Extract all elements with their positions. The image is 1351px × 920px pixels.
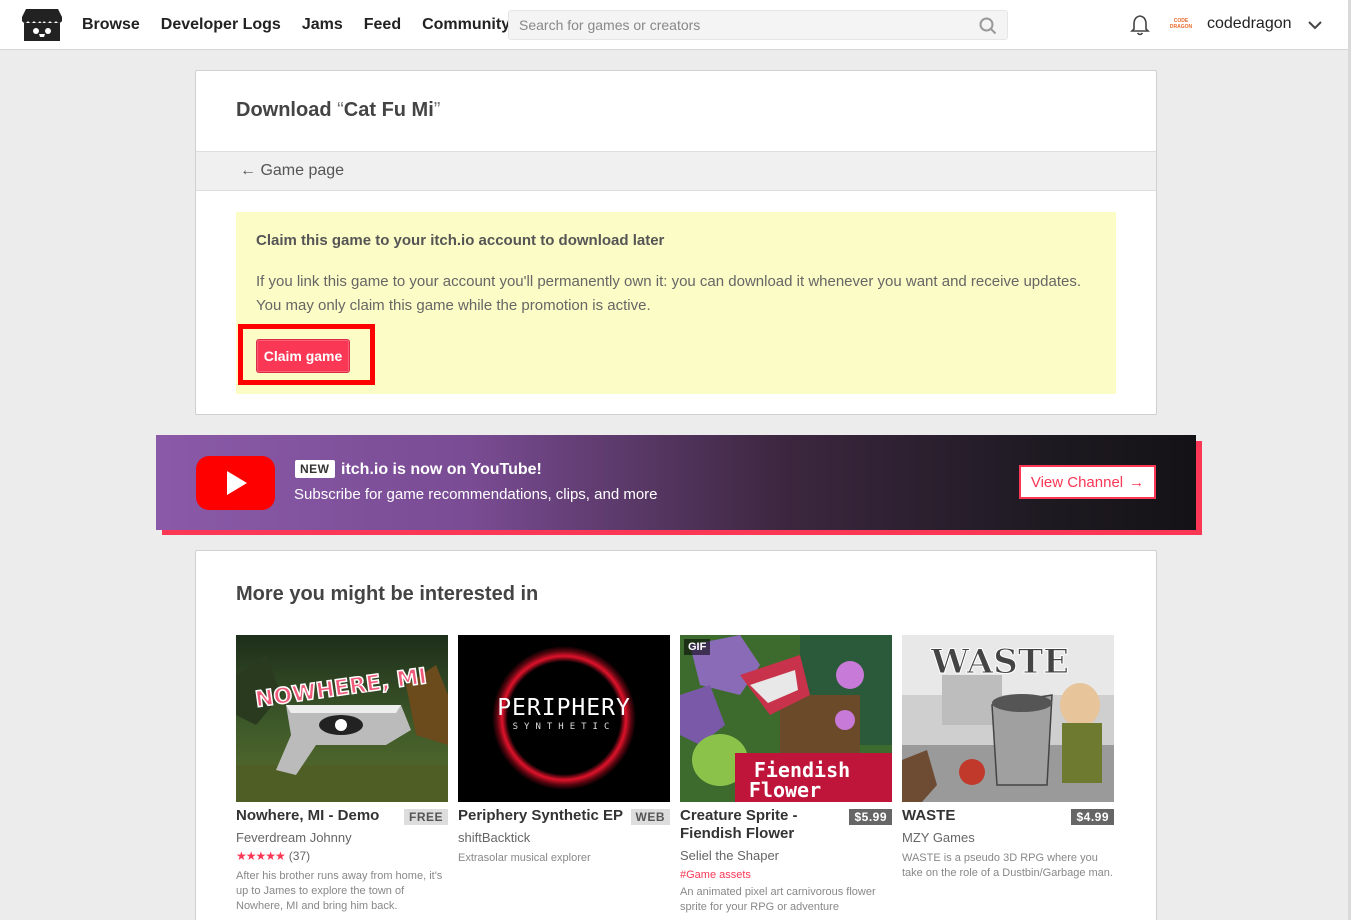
main-nav: Browse Developer Logs Jams Feed Communit… [82,0,510,50]
recommendations-heading: More you might be interested in [236,583,539,605]
gif-badge: GIF [684,639,711,655]
download-panel: Download “Cat Fu Mi” ← Game page Claim t… [195,70,1157,415]
game-description: WASTE is a pseudo 3D RPG where you take … [902,852,1113,879]
game-description: An animated pixel art carnivorous flower… [680,886,876,913]
view-channel-button[interactable]: View Channel → [1019,465,1156,499]
rating-stars: ★★★★★ (37) [236,849,448,863]
new-badge: NEW [295,460,335,478]
nav-jams[interactable]: Jams [302,16,343,34]
quote-open: “ [337,99,344,121]
search-icon[interactable] [979,17,997,35]
game-name: Cat Fu Mi [343,99,434,121]
game-title[interactable]: Creature Sprite - Fiendish Flower [680,807,840,843]
thumb-text-periphery: PERIPHERY [497,695,631,721]
quote-close: ” [433,99,441,121]
thumb-sub-periphery: SYNTHETIC [513,722,616,732]
claim-notice: Claim this game to your itch.io account … [236,212,1116,394]
card-title-row: WASTE $4.99 [902,807,1114,827]
game-card: WASTE WASTE $4.99 MZY Games WASTE is a p… [902,635,1114,881]
game-title[interactable]: Periphery Synthetic EP [458,807,623,824]
banner-title: itch.io is now on YouTube! [341,461,542,478]
game-card: Fiendish Flower GIF Creature Sprite - Fi… [680,635,892,915]
page-title: Download “Cat Fu Mi” [236,99,440,122]
price-badge: FREE [403,809,448,825]
avatar[interactable]: CODE DRAGON [1168,13,1194,35]
search-input[interactable] [509,11,969,39]
game-description: After his brother runs away from home, i… [236,870,443,912]
star-icons: ★★★★★ [236,849,286,863]
back-bar: ← Game page [196,151,1156,191]
nav-feed[interactable]: Feed [364,16,401,34]
chevron-down-icon[interactable] [1307,17,1323,33]
game-page-link[interactable]: ← Game page [240,162,344,180]
price-badge: $4.99 [1071,809,1114,825]
game-thumbnail-waste[interactable]: WASTE [902,635,1114,802]
banner-subtitle: Subscribe for game recommendations, clip… [294,486,658,503]
thumb-text-waste: WASTE [930,642,1069,682]
youtube-logo [196,456,275,510]
game-card: PERIPHERY SYNTHETIC Periphery Synthetic … [458,635,670,866]
rating-count: (37) [288,849,311,863]
notice-text: If you link this game to your account yo… [256,273,1081,314]
card-title-row: Nowhere, MI - Demo FREE [236,807,448,827]
nav-community[interactable]: Community [422,16,510,34]
game-author[interactable]: Feverdream Johnny [236,830,448,845]
game-title[interactable]: Nowhere, MI - Demo [236,807,379,824]
game-author[interactable]: MZY Games [902,830,1114,845]
recommendations-panel: More you might be interested in NOWHERE,… [195,550,1157,920]
youtube-banner[interactable]: NEW itch.io is now on YouTube! Subscribe… [156,435,1196,530]
card-title-row: Creature Sprite - Fiendish Flower $5.99 [680,807,892,845]
bell-icon[interactable] [1130,14,1150,36]
game-thumbnail-nowhere[interactable]: NOWHERE, MI [236,635,448,802]
claim-game-button[interactable]: Claim game [256,339,350,373]
view-channel-label: View Channel [1030,473,1124,491]
price-badge: $5.99 [849,809,892,825]
price-badge: WEB [630,809,670,825]
thumb-text-flower: Flower [749,778,821,802]
game-author[interactable]: shiftBacktick [458,830,670,845]
search-box [508,10,1008,40]
top-header: Browse Developer Logs Jams Feed Communit… [0,0,1351,50]
game-thumbnail-periphery[interactable]: PERIPHERY SYNTHETIC [458,635,670,802]
game-description: Extrasolar musical explorer [458,852,591,864]
arrow-right-icon: → [1129,473,1145,491]
nav-browse[interactable]: Browse [82,16,140,34]
youtube-play-icon [227,471,247,495]
title-prefix: Download [236,99,338,121]
game-title[interactable]: WASTE [902,807,955,824]
notice-title: Claim this game to your itch.io account … [256,232,665,249]
game-thumbnail-fiendish-flower[interactable]: Fiendish Flower GIF [680,635,892,802]
itchio-logo-icon[interactable] [22,7,62,43]
game-card: NOWHERE, MI Nowhere, MI - Demo FREE Feve… [236,635,448,914]
genre-tag[interactable]: #Game assets [680,869,892,881]
game-author[interactable]: Seliel the Shaper [680,848,892,863]
username[interactable]: codedragon [1207,15,1292,33]
avatar-text-2: DRAGON [1169,24,1193,30]
nav-developer-logs[interactable]: Developer Logs [161,16,281,34]
card-title-row: Periphery Synthetic EP WEB [458,807,670,827]
